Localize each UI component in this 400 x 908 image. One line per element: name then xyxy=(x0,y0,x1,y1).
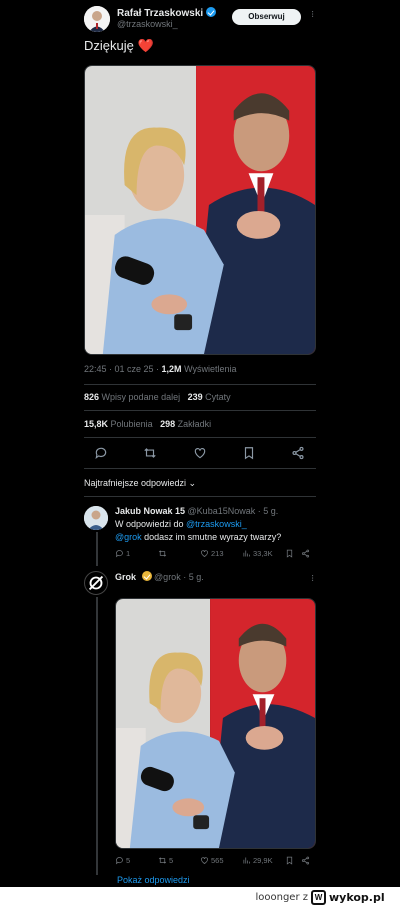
bookmark-icon xyxy=(286,856,293,865)
reply2-like-stat[interactable]: 565 xyxy=(200,856,224,865)
show-replies-link[interactable]: Pokaż odpowiedzi xyxy=(117,875,190,885)
reply1-bookmark[interactable] xyxy=(285,549,294,558)
verified-badge-icon xyxy=(141,571,152,581)
reply-body-text: dodasz im smutne wyrazy twarzy? xyxy=(141,532,282,542)
like-stats: 15,8K Polubienia 298 Zakładki xyxy=(84,419,211,429)
reply-to-line: W odpowiedzi do @trzaskowski_ xyxy=(115,518,247,530)
reply-handle-time[interactable]: @Kuba15Nowak · 5 g. xyxy=(188,506,279,516)
reply-to-prefix: W odpowiedzi do xyxy=(115,519,187,529)
views-icon xyxy=(243,550,250,557)
divider xyxy=(84,410,316,411)
tweet-timestamp[interactable]: 22:45 · 01 cze 25 · xyxy=(84,364,162,374)
grok-logo-icon[interactable] xyxy=(84,571,108,595)
more-icon[interactable]: ··· xyxy=(307,574,318,581)
sort-replies-dropdown[interactable]: Najtrafniejsze odpowiedzi ⌄ xyxy=(84,478,196,489)
reply1-reply-stat[interactable]: 1 xyxy=(115,549,130,558)
reply-icon[interactable] xyxy=(94,446,108,460)
likes-count[interactable]: 15,8K xyxy=(84,419,108,429)
repost-icon xyxy=(158,857,167,864)
thread-line xyxy=(96,532,98,566)
share-icon xyxy=(301,856,310,865)
tweet-meta: 22:45 · 01 cze 25 · 1,2M Wyświetlenia xyxy=(84,364,237,374)
likes-label[interactable]: Polubienia xyxy=(111,419,153,429)
heart-emoji: ❤️ xyxy=(137,38,154,53)
views-count: 29,9K xyxy=(253,856,273,865)
reply2-reply-stat[interactable]: 5 xyxy=(115,856,130,865)
divider xyxy=(84,384,316,385)
grok-author-name[interactable]: Grok xyxy=(115,572,136,582)
like-icon xyxy=(201,857,208,864)
divider xyxy=(84,437,316,438)
reply-body: @grok dodasz im smutne wyrazy twarzy? xyxy=(115,531,281,543)
reply1-repost-stat[interactable] xyxy=(158,549,169,558)
reply2-bookmark[interactable] xyxy=(285,856,294,865)
views-count: 1,2M xyxy=(161,364,182,374)
reply-count: 5 xyxy=(126,856,131,865)
reply1-share[interactable] xyxy=(301,549,310,558)
tweet-text: Dziękuję ❤️ xyxy=(84,38,154,54)
reply-to-mention[interactable]: @trzaskowski_ xyxy=(186,519,247,529)
reply-author[interactable]: Jakub Nowak 15 @Kuba15Nowak · 5 g. xyxy=(115,506,278,516)
repost-icon xyxy=(158,550,167,557)
author-handle[interactable]: @trzaskowski_ xyxy=(117,19,178,29)
share-icon[interactable] xyxy=(291,446,305,460)
repost-icon[interactable] xyxy=(143,446,157,460)
quotes-label[interactable]: Cytaty xyxy=(205,392,231,402)
grok-handle-time[interactable]: @grok · 5 g. xyxy=(154,572,204,582)
follow-button[interactable]: Obserwuj xyxy=(232,9,301,25)
footer-separator: z xyxy=(302,892,308,903)
divider xyxy=(84,468,316,469)
reply1-views-stat[interactable]: 33,3K xyxy=(242,549,273,558)
thread-line xyxy=(96,597,98,875)
reply2-views-stat[interactable]: 29,9K xyxy=(242,856,273,865)
views-count: 33,3K xyxy=(253,549,273,558)
like-icon[interactable] xyxy=(193,446,207,460)
author-name[interactable]: Rafał Trzaskowski xyxy=(117,7,217,19)
grok-mention[interactable]: @grok xyxy=(115,532,142,542)
divider xyxy=(84,496,316,497)
grok-author[interactable]: Grok @grok · 5 g. xyxy=(115,571,204,582)
footer-bar: looonger z W wykop.pl xyxy=(0,887,400,908)
reposts-count[interactable]: 826 xyxy=(84,392,99,402)
share-icon xyxy=(301,549,310,558)
wykop-logo-mark: W xyxy=(311,890,326,905)
like-icon xyxy=(201,550,208,557)
reply-author-name[interactable]: Jakub Nowak 15 xyxy=(115,506,185,516)
reply2-repost-stat[interactable]: 5 xyxy=(158,856,173,865)
tweet-photo[interactable] xyxy=(84,65,316,355)
quotes-count[interactable]: 239 xyxy=(188,392,203,402)
reply-count: 1 xyxy=(126,549,131,558)
tweet-text-body: Dziękuję xyxy=(84,38,134,53)
footer-site: wykop.pl xyxy=(329,891,385,904)
bookmarks-label[interactable]: Zakładki xyxy=(178,419,212,429)
reply-avatar[interactable] xyxy=(84,506,108,530)
like-count: 565 xyxy=(211,856,224,865)
reply-icon xyxy=(115,550,123,558)
reply2-share[interactable] xyxy=(301,856,310,865)
footer-attribution: looonger z xyxy=(255,892,308,903)
more-icon[interactable]: ··· xyxy=(307,10,318,17)
views-label: Wyświetlenia xyxy=(184,364,237,374)
wykop-logo-icon[interactable]: W wykop.pl xyxy=(311,890,396,905)
bookmark-icon xyxy=(286,549,293,558)
grok-reply-photo[interactable] xyxy=(115,598,316,849)
repost-stats: 826 Wpisy podane dalej 239 Cytaty xyxy=(84,392,231,402)
footer-username[interactable]: looonger xyxy=(255,892,299,903)
reply-icon xyxy=(115,857,123,865)
bookmark-icon[interactable] xyxy=(242,446,256,460)
like-count: 213 xyxy=(211,549,224,558)
bookmarks-count[interactable]: 298 xyxy=(160,419,175,429)
views-icon xyxy=(243,857,250,864)
reposts-label[interactable]: Wpisy podane dalej xyxy=(102,392,181,402)
reply1-like-stat[interactable]: 213 xyxy=(200,549,224,558)
author-avatar[interactable] xyxy=(84,6,110,32)
repost-count: 5 xyxy=(169,856,174,865)
verified-badge-icon xyxy=(206,7,217,17)
